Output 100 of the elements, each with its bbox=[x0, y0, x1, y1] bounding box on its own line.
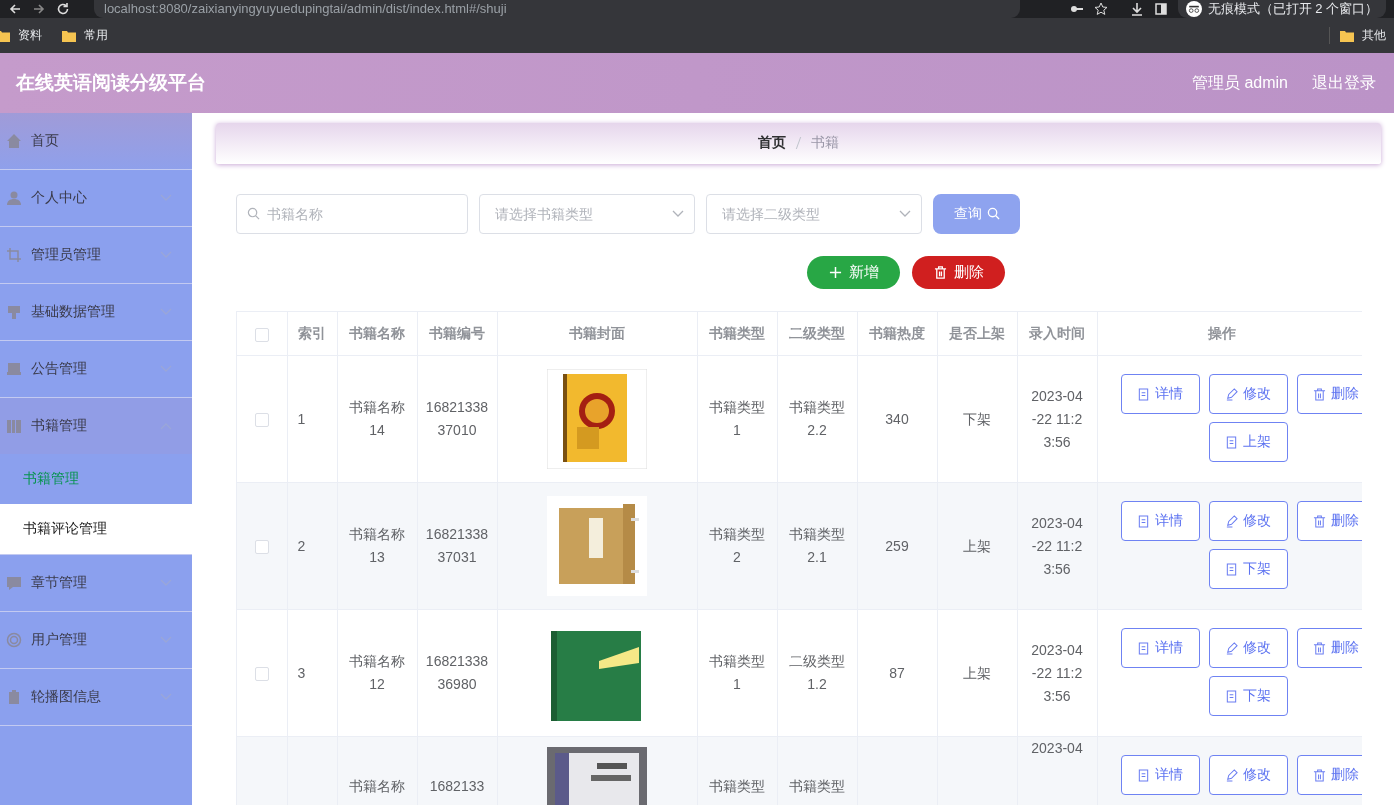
query-button[interactable]: 查询 bbox=[933, 193, 1020, 234]
edit-button[interactable]: 修改 bbox=[1208, 628, 1288, 669]
trash-icon bbox=[933, 266, 947, 280]
row-checkbox[interactable] bbox=[254, 667, 269, 682]
type-select[interactable]: 请选择书籍类型 bbox=[479, 193, 695, 234]
table-cell: 340 bbox=[885, 410, 909, 427]
reload-icon[interactable] bbox=[56, 2, 70, 16]
column-header: 索引 bbox=[297, 324, 326, 341]
table-cell: 上架 bbox=[963, 537, 991, 554]
table-cell: 书籍类型 bbox=[709, 778, 765, 795]
table-cell: 2023-04-22 11:23:56 bbox=[1031, 641, 1083, 704]
menu-icon bbox=[6, 575, 22, 591]
incognito-badge[interactable]: 无痕模式（已打开 2 个窗口） bbox=[1177, 0, 1386, 18]
sidebar-item[interactable]: 基础数据管理 bbox=[0, 284, 192, 341]
details-button[interactable]: 详情 bbox=[1120, 755, 1200, 796]
table-cell: 87 bbox=[889, 664, 905, 681]
user-name[interactable]: 管理员 admin bbox=[1191, 72, 1288, 94]
search-field[interactable]: 书籍名称 bbox=[236, 193, 468, 234]
table-cell: 书籍类型2.1 bbox=[789, 526, 845, 566]
table-cell: 书籍名称13 bbox=[349, 526, 405, 566]
menu-icon bbox=[6, 133, 22, 149]
shelf-button[interactable]: 上架 bbox=[1208, 422, 1288, 463]
folder-icon bbox=[62, 29, 76, 42]
sidebar-item[interactable]: 章节管理 bbox=[0, 555, 192, 612]
folder-icon bbox=[1340, 29, 1354, 42]
table-cell: 2023-04-22 11:23:56 bbox=[1031, 514, 1083, 577]
table-cell: 下架 bbox=[963, 410, 991, 427]
sidebar-item[interactable]: 轮播图信息 bbox=[0, 669, 192, 726]
table-cell: 书籍类型2 bbox=[709, 526, 765, 566]
delete-button[interactable]: 删除 bbox=[1296, 501, 1362, 542]
column-header: 书籍类型 bbox=[709, 324, 765, 341]
document-icon bbox=[1137, 387, 1150, 401]
shelf-button[interactable]: 下架 bbox=[1208, 549, 1288, 590]
details-button[interactable]: 详情 bbox=[1120, 501, 1200, 542]
breadcrumb-item[interactable]: 首页 bbox=[758, 134, 786, 153]
row-checkbox[interactable] bbox=[254, 540, 269, 555]
column-header: 是否上架 bbox=[949, 324, 1005, 341]
row-checkbox[interactable] bbox=[254, 413, 269, 428]
document-icon bbox=[1225, 689, 1238, 703]
sidebar-item[interactable]: 首页 bbox=[0, 113, 192, 170]
table-cell: 1682133836980 bbox=[425, 653, 489, 693]
delete-button[interactable]: 删除 bbox=[1296, 755, 1362, 796]
submenu-item[interactable]: 书籍评论管理 bbox=[0, 504, 192, 555]
edit-button[interactable]: 修改 bbox=[1208, 755, 1288, 796]
pencil-icon bbox=[1225, 514, 1238, 528]
sidebar-icon[interactable] bbox=[1153, 2, 1168, 16]
table-cell: 1682133 bbox=[429, 778, 485, 795]
bookmark-label[interactable]: 资料 bbox=[18, 27, 42, 44]
delete-button[interactable]: 删除 bbox=[1296, 628, 1362, 669]
table-cell: 二级类型1.2 bbox=[789, 653, 845, 693]
details-button[interactable]: 详情 bbox=[1120, 628, 1200, 669]
shelf-button[interactable]: 下架 bbox=[1208, 676, 1288, 717]
table-cell: 书籍类型2.2 bbox=[789, 399, 845, 439]
details-button[interactable]: 详情 bbox=[1120, 374, 1200, 415]
document-icon bbox=[1137, 641, 1150, 655]
column-header: 书籍封面 bbox=[569, 324, 625, 341]
sidebar-item[interactable]: 书籍管理 bbox=[0, 398, 192, 454]
menu-icon bbox=[6, 418, 22, 434]
download-icon[interactable] bbox=[1129, 2, 1144, 16]
chevron-icon bbox=[672, 209, 684, 218]
table-cell: 书籍名称12 bbox=[349, 653, 405, 693]
column-header: 录入时间 bbox=[1029, 324, 1085, 341]
select-all-checkbox[interactable] bbox=[254, 327, 269, 342]
table-cell: 1682133837031 bbox=[425, 526, 489, 566]
menu-icon bbox=[6, 361, 22, 377]
table-cell: 2 bbox=[297, 537, 306, 554]
pencil-icon bbox=[1225, 387, 1238, 401]
table-cell: 书籍类型1 bbox=[709, 653, 765, 693]
sidebar-item[interactable]: 个人中心 bbox=[0, 170, 192, 227]
menu-icon bbox=[6, 304, 22, 320]
table-cell: 259 bbox=[885, 537, 909, 554]
edit-button[interactable]: 修改 bbox=[1208, 501, 1288, 542]
subtype-select[interactable]: 请选择二级类型 bbox=[706, 193, 922, 234]
trash-icon bbox=[1313, 514, 1326, 528]
bookmark-label[interactable]: 常用 bbox=[84, 27, 108, 44]
folder-icon bbox=[0, 29, 10, 42]
bookmark-label[interactable]: 其他 bbox=[1362, 27, 1386, 44]
forward-icon[interactable] bbox=[32, 2, 46, 16]
table-cell: 2023-04 bbox=[1031, 740, 1083, 757]
table-cell: 上架 bbox=[963, 664, 991, 681]
menu-icon bbox=[6, 632, 22, 648]
menu-icon bbox=[6, 247, 22, 263]
address-bar[interactable]: localhost:8080/zaixianyingyuyuedupingtai/admin/dist/index.html#/shuji bbox=[94, 0, 1020, 18]
search-icon bbox=[247, 206, 260, 220]
column-header: 书籍热度 bbox=[869, 324, 925, 341]
sidebar-item[interactable]: 用户管理 bbox=[0, 612, 192, 669]
back-icon[interactable] bbox=[8, 2, 22, 16]
sidebar-item[interactable]: 管理员管理 bbox=[0, 227, 192, 284]
delete-button[interactable]: 删除 bbox=[1296, 374, 1362, 415]
star-icon[interactable] bbox=[1093, 2, 1108, 16]
plus-icon bbox=[828, 266, 842, 280]
table-cell: 书籍类型1 bbox=[709, 399, 765, 439]
menu-icon bbox=[6, 190, 22, 206]
delete-button[interactable]: 删除 bbox=[912, 255, 1005, 290]
trash-icon bbox=[1313, 768, 1326, 782]
table-cell: 书籍名称 bbox=[349, 778, 405, 795]
edit-button[interactable]: 修改 bbox=[1208, 374, 1288, 415]
add-button[interactable]: 新增 bbox=[807, 255, 900, 290]
logout-link[interactable]: 退出登录 bbox=[1312, 72, 1376, 94]
document-icon bbox=[1137, 514, 1150, 528]
